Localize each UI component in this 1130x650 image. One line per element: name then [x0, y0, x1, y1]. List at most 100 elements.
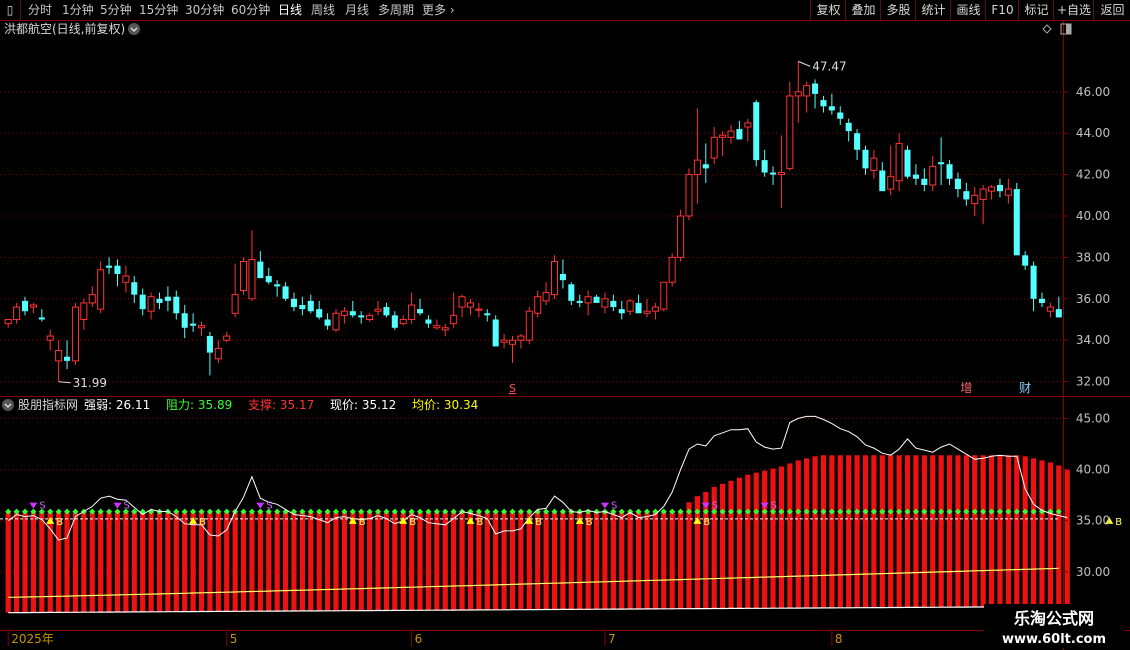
strength-bar [274, 512, 280, 612]
strength-bar [156, 512, 163, 612]
date-label: 6 [415, 632, 423, 646]
strength-bar [392, 512, 398, 611]
candle-body-down [1030, 265, 1037, 299]
sell-signal-label: S [611, 501, 617, 512]
candle-body-down [265, 276, 272, 283]
indicator-dropdown-icon[interactable] [2, 399, 14, 411]
buy-signal-label: B [359, 517, 366, 528]
watermark-url: www.60lt.com [1002, 632, 1106, 647]
strength-bar [888, 455, 894, 608]
strength-bar [753, 472, 759, 609]
candle-body-up [803, 85, 811, 97]
panel-toggle-icon[interactable] [1060, 23, 1072, 35]
candle-body-up [466, 302, 474, 308]
strength-bar [972, 455, 978, 608]
candle-body-down [282, 286, 289, 299]
candle-body-up [870, 157, 878, 171]
strength-bar [89, 512, 95, 613]
buy-signal-label: B [476, 517, 483, 528]
candle-body-up [46, 335, 54, 341]
stock-chart[interactable]: 47.4731.99 增财S S S S S S SB B B B B B B B B 46.0044.00… [0, 0, 1130, 650]
candle-body-up [710, 136, 718, 159]
candle-body-down [963, 191, 970, 200]
strength-bar [602, 512, 608, 610]
candle-body-down [996, 184, 1003, 192]
candle-body-up [777, 172, 785, 176]
candle-body-down [921, 178, 928, 185]
min-price-label: 31.99 [73, 376, 107, 390]
indicator-item-label: 强弱: [84, 398, 112, 412]
strength-bar [938, 455, 944, 608]
candle-body-up [475, 308, 483, 311]
candle-body-up [1046, 306, 1054, 312]
candle-body-down [1038, 298, 1046, 303]
strength-bar [224, 512, 230, 612]
settings-diamond-icon[interactable] [1042, 24, 1052, 34]
date-label: 2025年 [11, 632, 54, 646]
candle-body-up [433, 325, 441, 329]
candle-body-down [164, 296, 171, 301]
candle-body-up [517, 335, 525, 341]
candle-body-down [114, 265, 121, 274]
candle-body-down [820, 100, 827, 107]
indicator-item: 阻力: 35.89 [166, 398, 232, 412]
candle-body-up [525, 310, 533, 341]
strength-bar [232, 512, 238, 612]
strength-bar [526, 512, 532, 610]
strength-bar [493, 512, 499, 610]
candle-body-down [610, 300, 617, 308]
watermark-title: 乐淘公式网 [1014, 609, 1094, 628]
strength-bar [862, 455, 869, 608]
strength-bar [635, 512, 642, 609]
buy-signal-label: B [586, 517, 593, 528]
candle-body-up [366, 314, 374, 320]
buy-signal-label: B [1115, 517, 1122, 528]
strength-bar [560, 512, 566, 610]
candle-body-up [693, 159, 701, 176]
strength-bar [652, 512, 658, 609]
strength-bar [375, 512, 381, 611]
candle-body-down [349, 311, 356, 316]
strength-bar [1014, 455, 1020, 607]
candle-body-down [837, 112, 844, 119]
candle-body-down [492, 319, 499, 347]
strength-bar [795, 460, 801, 609]
price-tick-label: 32.00 [1076, 375, 1110, 389]
candle-body-down [862, 149, 869, 169]
candle-body-up [979, 188, 987, 200]
strength-bar [299, 512, 305, 611]
title-dropdown-icon[interactable] [128, 23, 140, 35]
sell-signal-label: S [712, 501, 718, 512]
candle-body-up [223, 335, 231, 341]
strength-bar [610, 512, 616, 610]
candle-body-up [408, 304, 416, 320]
strength-bar [820, 455, 827, 608]
strength-bar [913, 455, 919, 608]
candle-body-down [879, 170, 886, 192]
buy-signal-label: B [703, 517, 710, 528]
candle-body-up [786, 95, 794, 169]
strength-bar [980, 455, 986, 607]
candle-body-up [651, 306, 659, 312]
strength-bar [98, 512, 104, 613]
candle-body-down [425, 319, 432, 324]
price-tick-label: 42.00 [1076, 168, 1110, 182]
candle-body-down [299, 305, 306, 310]
buy-signal-icon [466, 516, 475, 524]
candle-body-down [854, 133, 861, 150]
indicator-item-value: 35.12 [358, 398, 396, 412]
candles-layer: 47.47 31.99 增 财 S [4, 59, 1062, 395]
sell-signal-label: S [771, 501, 777, 512]
indicator-item-value: 35.89 [194, 398, 232, 412]
strength-bar [568, 512, 574, 610]
strength-bar [1005, 455, 1011, 607]
event-marker-label: 财 [1019, 381, 1031, 395]
candle-body-down [173, 296, 180, 314]
indicator-name: 股朋指标网 [18, 397, 78, 412]
indicator-item-label: 均价: [412, 398, 440, 412]
candle-body-down [156, 298, 163, 303]
candle-body-up [55, 350, 63, 362]
sell-signal-label: S [123, 501, 129, 512]
max-price-label: 47.47 [812, 59, 846, 73]
strength-bar [1039, 460, 1045, 607]
